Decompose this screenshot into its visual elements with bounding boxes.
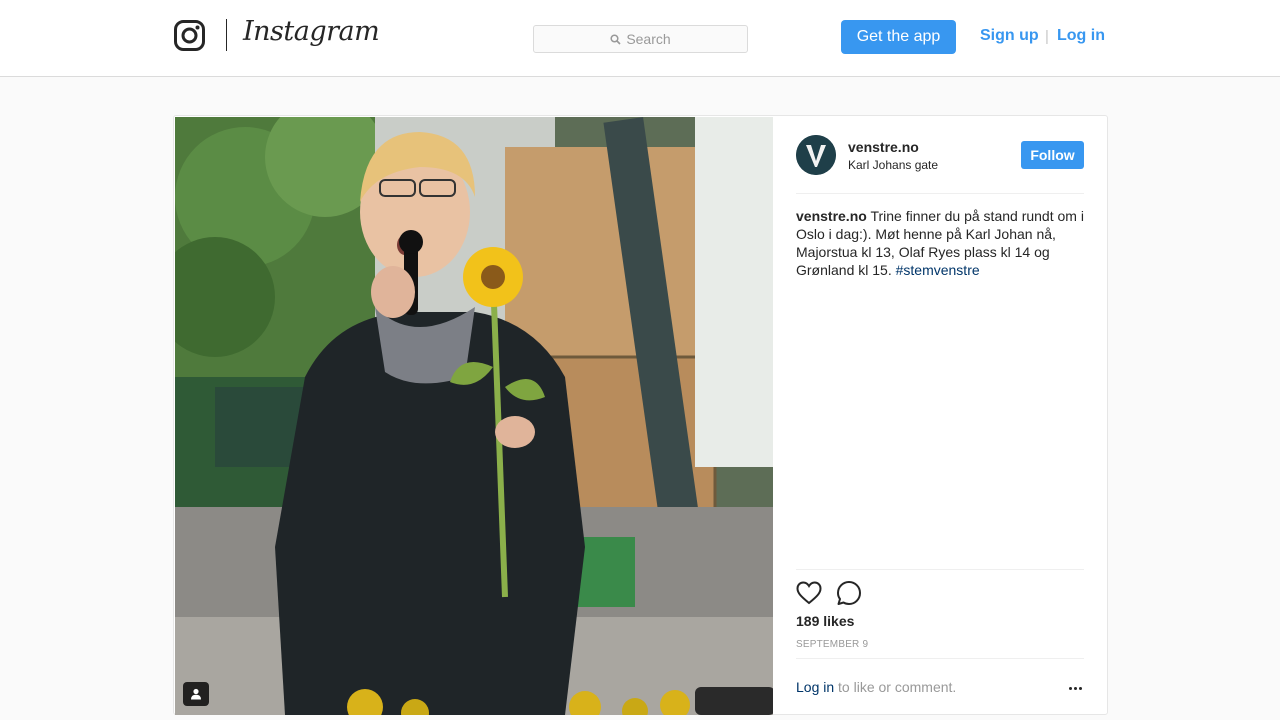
divider <box>796 193 1084 194</box>
sign-up-link[interactable]: Sign up <box>980 27 1039 45</box>
search-placeholder: Search <box>626 31 671 47</box>
get-the-app-button[interactable]: Get the app <box>841 20 956 54</box>
post-card: venstre.no Karl Johans gate Follow venst… <box>173 115 1108 715</box>
heart-icon[interactable] <box>796 581 822 605</box>
instagram-glyph-icon[interactable] <box>174 20 205 51</box>
post-location[interactable]: Karl Johans gate <box>848 158 938 172</box>
venstre-logo-icon <box>796 135 836 175</box>
tagged-user-button[interactable] <box>183 682 209 706</box>
divider <box>796 658 1084 659</box>
more-options-icon[interactable] <box>1066 679 1084 697</box>
likes-count[interactable]: 189 likes <box>796 613 854 629</box>
post-date[interactable]: SEPTEMBER 9 <box>796 639 868 650</box>
auth-separator: | <box>1045 28 1049 45</box>
top-navigation-bar: Instagram Search Get the app Sign up | L… <box>0 0 1280 77</box>
comment-icon[interactable] <box>836 580 862 606</box>
caption-hashtag-link[interactable]: #stemvenstre <box>896 262 980 278</box>
tagged-user-icon <box>191 688 201 700</box>
post-sidebar: venstre.no Karl Johans gate Follow venst… <box>796 116 1084 716</box>
log-in-link[interactable]: Log in <box>1057 27 1105 45</box>
avatar[interactable] <box>796 135 836 175</box>
login-prompt-text: to like or comment. <box>834 679 957 695</box>
post-photo-illustration <box>175 117 773 715</box>
post-caption: venstre.no Trine finner du på stand rund… <box>796 207 1084 279</box>
login-to-like-link[interactable]: Log in <box>796 679 834 695</box>
logo-divider <box>226 19 227 51</box>
instagram-wordmark-logo[interactable]: Instagram <box>243 16 380 47</box>
login-prompt: Log in to like or comment. <box>796 679 956 695</box>
caption-username[interactable]: venstre.no <box>796 208 867 224</box>
post-photo[interactable] <box>175 117 773 715</box>
search-icon <box>610 33 621 45</box>
search-input[interactable]: Search <box>533 25 748 53</box>
post-username[interactable]: venstre.no <box>848 139 919 155</box>
follow-button[interactable]: Follow <box>1021 141 1084 169</box>
divider <box>796 569 1084 570</box>
